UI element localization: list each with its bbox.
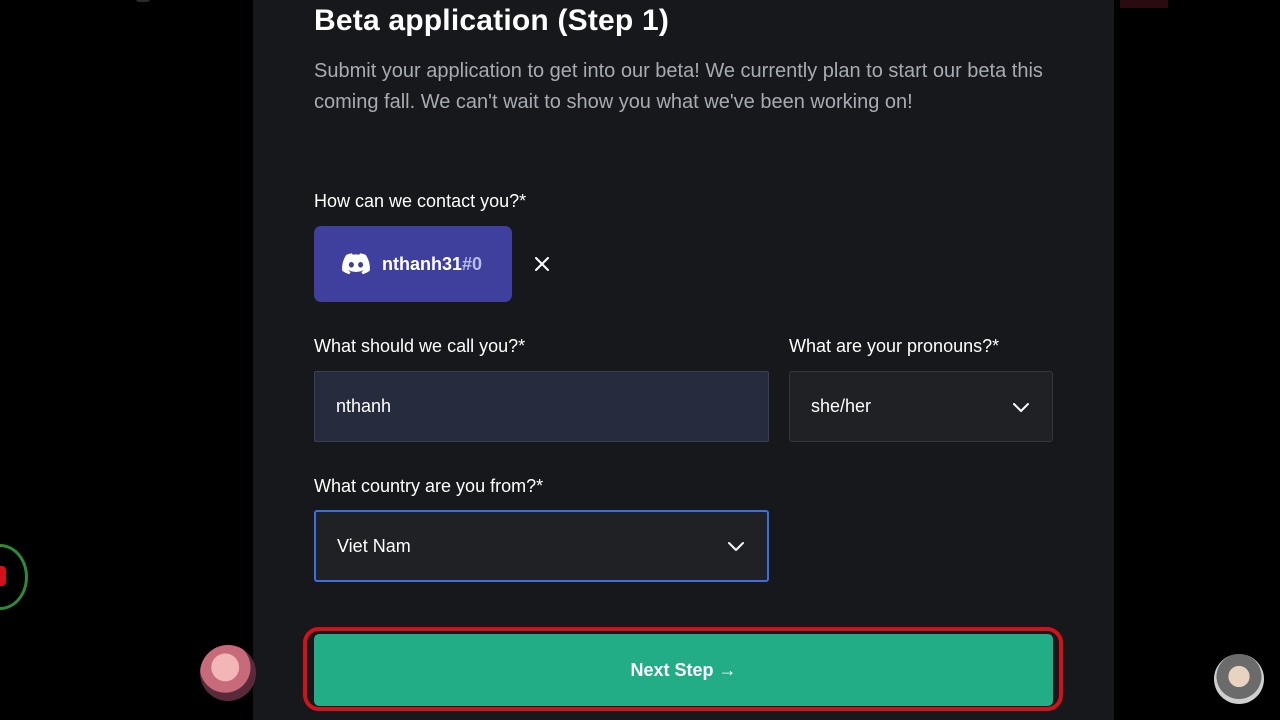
discord-username: nthanh31#0 [382,254,482,275]
remove-contact-button[interactable] [530,252,554,276]
country-label: What country are you from?* [314,476,544,496]
pronouns-select[interactable]: she/her [789,371,1053,442]
user-avatar [200,645,256,701]
background-decoration [1120,0,1168,8]
page-title: Beta application (Step 1) [314,4,670,37]
pronouns-label: What are your pronouns?* [789,336,1000,356]
discord-username-text: nthanh31 [382,253,463,274]
form-description: Submit your application to get into our … [314,60,1043,113]
chevron-down-icon [728,542,744,551]
discord-discriminator: #0 [462,253,483,274]
discord-icon [342,253,370,275]
name-input-value: nthanh [336,396,392,416]
highlight-ring [303,627,1063,711]
side-badge-marker [0,566,6,586]
background-decoration [136,0,150,2]
screen: Beta application (Step 1) Submit your ap… [0,0,1280,720]
user-avatar [1214,654,1264,704]
country-select[interactable]: Viet Nam [314,510,769,582]
country-select-value: Viet Nam [337,535,411,556]
name-label: What should we call you?* [314,336,526,356]
pronouns-select-value: she/her [811,396,872,416]
discord-account-chip[interactable]: nthanh31#0 [314,226,512,302]
name-input[interactable]: nthanh [314,371,769,442]
close-icon [535,257,549,271]
chevron-down-icon [1013,402,1029,412]
contact-label: How can we contact you?* [314,191,527,211]
